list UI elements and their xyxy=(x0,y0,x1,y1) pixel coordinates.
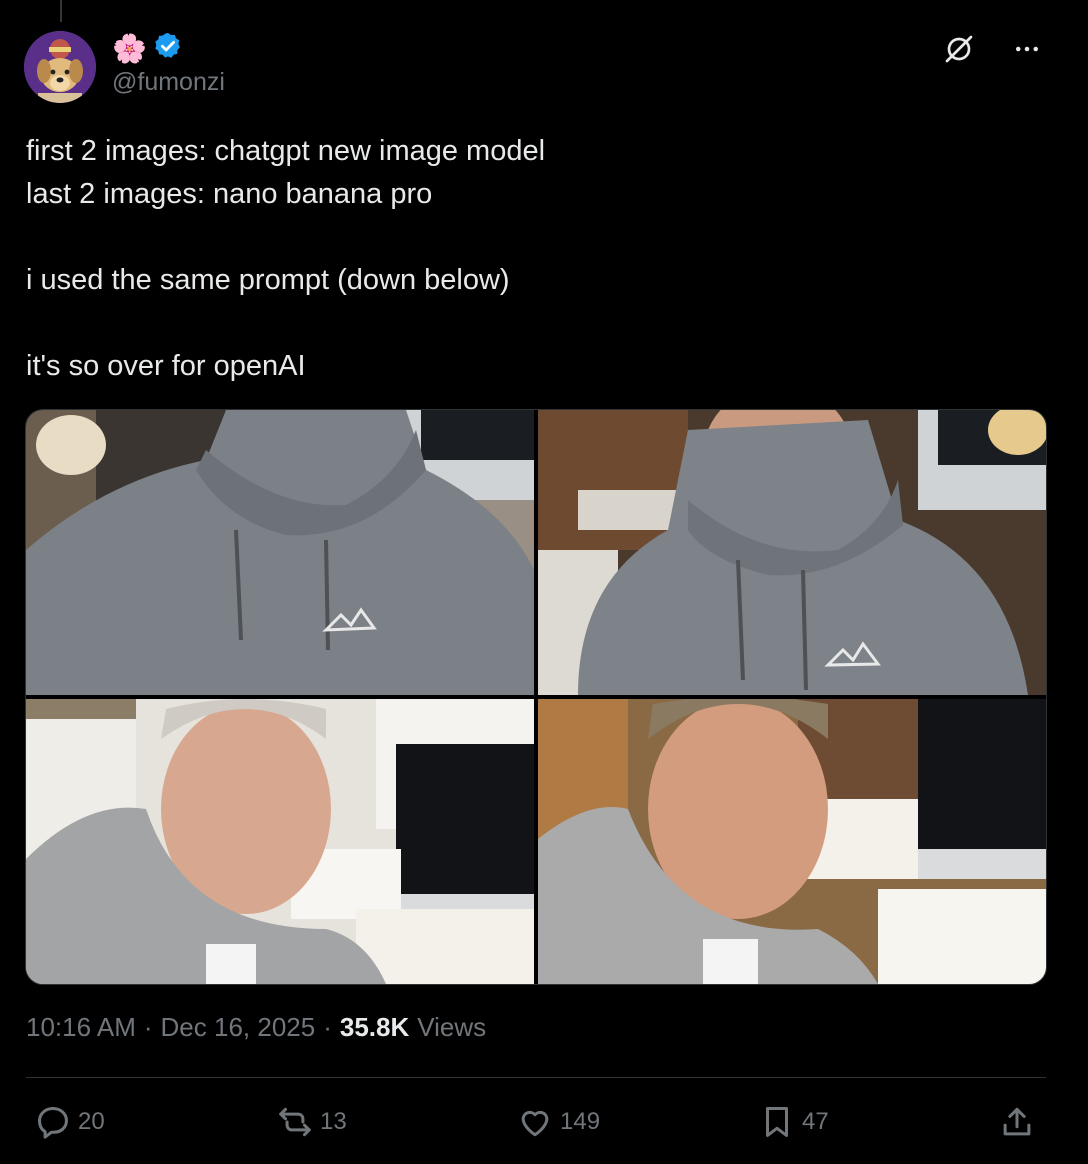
bookmark-icon xyxy=(765,1107,789,1137)
meta-separator: · xyxy=(323,1012,332,1042)
reply-button[interactable]: 20 xyxy=(34,1096,105,1148)
repost-count: 13 xyxy=(320,1108,347,1135)
tweet-actions: 20 13 149 47 xyxy=(26,1096,1046,1148)
tweet-text: first 2 images: chatgpt new image model … xyxy=(26,135,546,382)
like-button[interactable]: 149 xyxy=(516,1096,600,1148)
tweet-date[interactable]: Dec 16, 2025 xyxy=(161,1012,316,1043)
tweet-time[interactable]: 10:16 AM xyxy=(26,1012,136,1043)
meta-separator: · xyxy=(143,1012,153,1042)
bookmark-count: 47 xyxy=(802,1108,829,1135)
author-display-name[interactable]: 🌸 xyxy=(112,32,147,65)
photo-man-hoodie-1 xyxy=(26,410,534,695)
views-count: 35.8K xyxy=(339,1012,410,1042)
photo-man-hoodie-2 xyxy=(538,410,1046,695)
avatar[interactable] xyxy=(24,31,96,103)
media-image-2[interactable] xyxy=(538,410,1046,695)
tweet-meta: 10:16 AM · Dec 16, 2025 · 35.8K Views xyxy=(26,1012,486,1043)
photo-man-desk-1 xyxy=(26,699,534,984)
divider xyxy=(26,1077,1046,1078)
like-count: 149 xyxy=(560,1108,601,1135)
views-label: Views xyxy=(417,1012,487,1042)
author-name-row[interactable]: 🌸 xyxy=(112,32,183,64)
dog-avatar-icon xyxy=(24,31,96,103)
repost-icon xyxy=(279,1107,311,1137)
verified-badge-icon xyxy=(153,31,183,66)
grok-icon[interactable] xyxy=(940,30,978,68)
tweet-top-actions xyxy=(940,30,1046,68)
bookmark-button[interactable]: 47 xyxy=(758,1096,829,1148)
share-icon xyxy=(1003,1107,1031,1136)
more-options-icon[interactable] xyxy=(1008,30,1046,68)
media-image-4[interactable] xyxy=(538,699,1046,984)
photo-man-desk-2 xyxy=(538,699,1046,984)
media-grid xyxy=(25,409,1047,985)
reply-icon xyxy=(38,1107,68,1139)
repost-button[interactable]: 13 xyxy=(276,1096,347,1148)
author-handle[interactable]: @fumonzi xyxy=(112,68,225,97)
media-image-1[interactable] xyxy=(26,410,534,695)
thread-connector xyxy=(60,0,62,22)
reply-count: 20 xyxy=(78,1108,105,1135)
heart-icon xyxy=(521,1110,549,1137)
media-image-3[interactable] xyxy=(26,699,534,984)
share-button[interactable] xyxy=(998,1096,1036,1148)
